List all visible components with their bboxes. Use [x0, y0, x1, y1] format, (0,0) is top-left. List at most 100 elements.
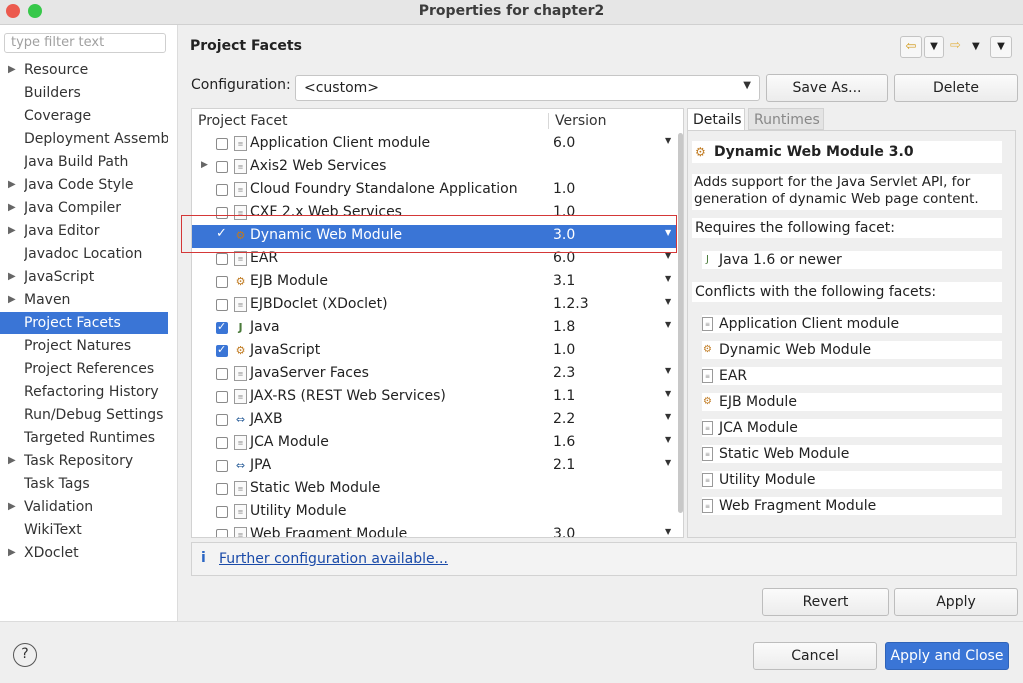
facet-row[interactable]: ≡ JCA Module 1.6 ▼ [192, 432, 676, 455]
vertical-scrollbar[interactable] [678, 133, 683, 513]
expand-arrow-icon[interactable]: ▶ [201, 160, 208, 170]
facet-checkbox[interactable] [216, 529, 228, 537]
expand-arrow-icon[interactable]: ▶ [8, 197, 16, 219]
version-dropdown-icon[interactable]: ▼ [665, 458, 671, 467]
version-dropdown-icon[interactable]: ▼ [665, 435, 671, 444]
sidebar-item[interactable]: ▶ Java Compiler [0, 197, 168, 219]
sidebar-item-label: Run/Debug Settings [24, 407, 164, 423]
save-as-button[interactable]: Save As... [766, 74, 888, 102]
document-icon: ≡ [234, 527, 247, 537]
facet-row[interactable]: ⇔ JPA 2.1 ▼ [192, 455, 676, 478]
sidebar-item[interactable]: Builders [0, 82, 168, 104]
expand-arrow-icon[interactable]: ▶ [8, 542, 16, 564]
sidebar-item[interactable]: Run/Debug Settings [0, 404, 168, 426]
highlight-box [181, 215, 677, 253]
help-icon[interactable]: ? [13, 643, 37, 667]
sidebar-item[interactable]: WikiText [0, 519, 168, 541]
version-dropdown-icon[interactable]: ▼ [665, 366, 671, 375]
facet-row[interactable]: ⚙ EJB Module 3.1 ▼ [192, 271, 676, 294]
sidebar-item[interactable]: ▶ Task Repository [0, 450, 168, 472]
facet-row[interactable]: ≡ Web Fragment Module 3.0 ▼ [192, 524, 676, 538]
column-header-version[interactable]: Version [555, 111, 606, 131]
delete-button[interactable]: Delete [894, 74, 1018, 102]
expand-arrow-icon[interactable]: ▶ [8, 220, 16, 242]
facet-checkbox[interactable] [216, 320, 228, 334]
expand-arrow-icon[interactable]: ▶ [8, 59, 16, 81]
back-arrow-icon[interactable]: ⇦ [900, 36, 922, 58]
facet-checkbox[interactable] [216, 253, 228, 265]
expand-arrow-icon[interactable]: ▶ [8, 496, 16, 518]
sidebar-item[interactable]: ▶ JavaScript [0, 266, 168, 288]
facet-checkbox[interactable] [216, 343, 228, 357]
back-menu-chevron-icon[interactable]: ▼ [924, 36, 944, 58]
sidebar-item[interactable]: Project Facets [0, 312, 168, 334]
sidebar-item[interactable]: ▶ XDoclet [0, 542, 168, 564]
facet-row[interactable]: ▶ ≡ Axis2 Web Services [192, 156, 676, 179]
facet-checkbox[interactable] [216, 368, 228, 380]
facet-checkbox[interactable] [216, 299, 228, 311]
expand-arrow-icon[interactable]: ▶ [8, 266, 16, 288]
facet-row[interactable]: ⇔ JAXB 2.2 ▼ [192, 409, 676, 432]
facet-checkbox[interactable] [216, 506, 228, 518]
column-header-facet[interactable]: Project Facet [198, 111, 288, 131]
filter-input[interactable]: type filter text [4, 33, 166, 53]
sidebar-item[interactable]: Javadoc Location [0, 243, 168, 265]
version-dropdown-icon[interactable]: ▼ [665, 297, 671, 306]
expand-arrow-icon[interactable]: ▶ [8, 289, 16, 311]
configuration-combo[interactable]: <custom> ▼ [295, 75, 760, 101]
facet-row[interactable]: ≡ Application Client module 6.0 ▼ [192, 133, 676, 156]
facet-row[interactable]: J Java 1.8 ▼ [192, 317, 676, 340]
version-dropdown-icon[interactable]: ▼ [665, 412, 671, 421]
tab-runtimes[interactable]: Runtimes [748, 108, 824, 130]
facet-row[interactable]: ≡ Static Web Module [192, 478, 676, 501]
version-dropdown-icon[interactable]: ▼ [665, 320, 671, 329]
sidebar-item[interactable]: Coverage [0, 105, 168, 127]
sidebar-item[interactable]: Deployment Assembly [0, 128, 168, 150]
facet-checkbox[interactable] [216, 483, 228, 495]
facet-checkbox[interactable] [216, 276, 228, 288]
version-dropdown-icon[interactable]: ▼ [665, 274, 671, 283]
facet-version: 3.0 [553, 526, 576, 538]
apply-button[interactable]: Apply [894, 588, 1018, 616]
sidebar-item[interactable]: Java Build Path [0, 151, 168, 173]
view-menu-chevron-icon[interactable]: ▼ [990, 36, 1012, 58]
sidebar-item[interactable]: ▶ Validation [0, 496, 168, 518]
facet-checkbox[interactable] [216, 391, 228, 403]
version-dropdown-icon[interactable]: ▼ [665, 136, 671, 145]
sidebar-item[interactable]: ▶ Resource [0, 59, 168, 81]
sidebar-item[interactable]: ▶ Maven [0, 289, 168, 311]
forward-menu-chevron-icon[interactable]: ▼ [972, 41, 980, 52]
facet-row[interactable]: ≡ JAX-RS (REST Web Services) 1.1 ▼ [192, 386, 676, 409]
revert-button[interactable]: Revert [762, 588, 889, 616]
apply-and-close-button[interactable]: Apply and Close [885, 642, 1009, 670]
requires-label: Requires the following facet: [692, 218, 1002, 238]
facet-row[interactable]: ≡ Cloud Foundry Standalone Application 1.0 [192, 179, 676, 202]
sidebar-item[interactable]: Project References [0, 358, 168, 380]
facet-checkbox[interactable] [216, 161, 228, 173]
forward-arrow-icon[interactable]: ⇨ [950, 38, 961, 53]
version-dropdown-icon[interactable]: ▼ [665, 527, 671, 536]
facet-checkbox[interactable] [216, 460, 228, 472]
sidebar-item[interactable]: ▶ Java Code Style [0, 174, 168, 196]
tab-details[interactable]: Details [687, 108, 745, 130]
sidebar-item[interactable]: ▶ Java Editor [0, 220, 168, 242]
expand-arrow-icon[interactable]: ▶ [8, 450, 16, 472]
facet-row[interactable]: ≡ Utility Module [192, 501, 676, 524]
facet-checkbox[interactable] [216, 138, 228, 150]
sidebar-item[interactable]: Project Natures [0, 335, 168, 357]
sidebar-item[interactable]: Targeted Runtimes [0, 427, 168, 449]
expand-arrow-icon[interactable]: ▶ [8, 174, 16, 196]
further-configuration-link[interactable]: Further configuration available... [219, 551, 448, 567]
cancel-button[interactable]: Cancel [753, 642, 877, 670]
facet-list-item: ≡ Utility Module [702, 471, 1002, 489]
facet-row[interactable]: ≡ JavaServer Faces 2.3 ▼ [192, 363, 676, 386]
facet-row[interactable]: ≡ EJBDoclet (XDoclet) 1.2.3 ▼ [192, 294, 676, 317]
sidebar-item[interactable]: Task Tags [0, 473, 168, 495]
facet-checkbox[interactable] [216, 184, 228, 196]
version-dropdown-icon[interactable]: ▼ [665, 389, 671, 398]
facet-checkbox[interactable] [216, 437, 228, 449]
facet-row[interactable]: ⚙ JavaScript 1.0 [192, 340, 676, 363]
sidebar-item[interactable]: Refactoring History [0, 381, 168, 403]
facet-version: 1.0 [553, 342, 576, 358]
facet-checkbox[interactable] [216, 414, 228, 426]
